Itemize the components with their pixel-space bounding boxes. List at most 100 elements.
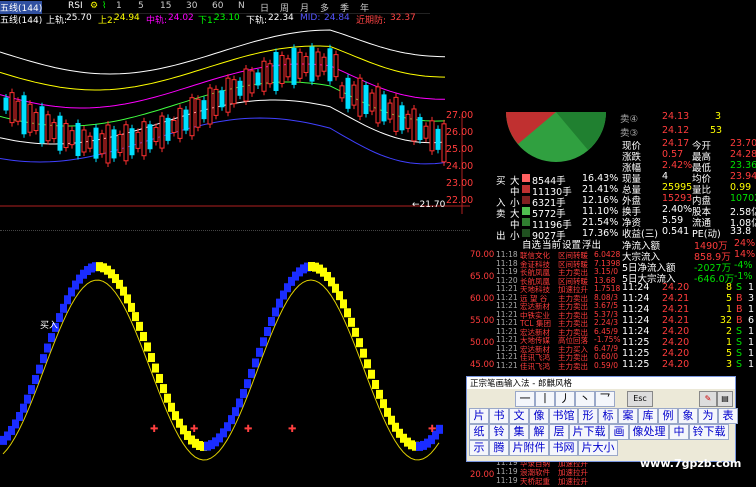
ime-candidate[interactable]: 标 [598, 408, 618, 424]
tab-current[interactable]: 当前 [542, 237, 561, 251]
ime-esc-button[interactable]: Esc [627, 391, 653, 407]
ime-window[interactable]: 正宗笔画输入法 - 郎麒风格 一丨丿丶乛 Esc ✎ ▤ 片书文像书馆形标案库例象为表… [466, 376, 738, 462]
period-30[interactable]: 30 [186, 1, 197, 11]
tick-row[interactable]: 11:25 24.20 3 S 1 [622, 359, 756, 370]
ime-stroke-key[interactable]: 一 [515, 391, 535, 407]
indicator-chart[interactable]: ✚ ✚ ✚ ✚ ✚ [0, 232, 470, 487]
alert-row[interactable]: 11:21 宏达新材 主力卖出 6.45/9 [496, 327, 622, 337]
watermark: www.7gpzb.com [640, 457, 742, 470]
period-60[interactable]: 60 [212, 1, 223, 11]
alert-row[interactable]: 11:21 大地传媒 高位回落 -1.75% [496, 335, 622, 345]
alert-row[interactable]: 11:19 长航凤凰 主力卖出 3.15/0 [496, 267, 622, 277]
ime-candidate[interactable]: 例 [658, 408, 678, 424]
tick-price: 24.20 [662, 326, 690, 337]
period-5[interactable]: 5 [138, 1, 144, 11]
tick-row[interactable]: 11:24 24.21 5 B 3 [622, 293, 756, 304]
alert-row[interactable]: 11:21 佳讯飞鸿 主力卖出 0.60/0 [496, 352, 622, 362]
ime-candidate[interactable]: 纸 [469, 424, 489, 440]
ime-stroke-key[interactable]: 乛 [595, 391, 615, 407]
oscillator-block [140, 332, 147, 342]
ime-title-bar[interactable]: 正宗笔画输入法 - 郎麒风格 [467, 377, 735, 389]
alert-row[interactable]: 11:21 TCL 集团 主力卖出 2.24/3 [496, 318, 622, 328]
alert-row[interactable]: 11:19 浪潮软件 加速拉升 [496, 467, 622, 477]
tick-time: 11:24 [622, 293, 650, 304]
tick-volume: 5 [725, 348, 732, 359]
rsi-button[interactable]: RSI [68, 1, 83, 11]
settings-icon[interactable]: ⚙ [90, 1, 98, 11]
ime-candidate[interactable]: 片大小 [578, 440, 618, 456]
ime-candidate[interactable]: 腾 [489, 440, 509, 456]
ask-4-label: 卖④ [620, 114, 639, 125]
candle-body [393, 96, 399, 132]
oscillator-block [376, 389, 383, 399]
ime-stroke-key[interactable]: 丿 [555, 391, 575, 407]
alert-row[interactable]: 11:21 宏达新材 主力买入 6.47/9 [496, 344, 622, 354]
ime-pen-icon[interactable]: ✎ [699, 391, 717, 407]
period-1[interactable]: 1 [116, 1, 122, 11]
alert-row[interactable]: 11:21 天地科技 加速拉升 1.7518 [496, 284, 622, 294]
candle-body [375, 86, 381, 124]
ime-candidate[interactable]: 为 [698, 408, 718, 424]
lower-axis-label: 60.00 [470, 294, 495, 304]
ime-candidate[interactable]: 铃下载 [689, 424, 729, 440]
ime-candidate[interactable]: 解 [529, 424, 549, 440]
mid2-value: 24.84 [324, 13, 350, 23]
ime-candidate[interactable]: 书网 [549, 440, 578, 456]
alert-row[interactable]: 11:19 天桥起重 加速拉升 [496, 476, 622, 486]
flow-pct: 14% [734, 249, 756, 260]
ime-candidate[interactable]: 片附件 [509, 440, 549, 456]
ime-candidate[interactable]: 书 [489, 408, 509, 424]
tick-price: 24.20 [662, 337, 690, 348]
ime-candidate[interactable]: 层 [549, 424, 569, 440]
ime-candidate[interactable]: 书馆 [549, 408, 578, 424]
ime-candidate[interactable]: 像 [529, 408, 549, 424]
candle-body [183, 109, 189, 131]
candle-body [111, 129, 117, 159]
period-n[interactable]: N [238, 1, 245, 11]
tick-row[interactable]: 11:24 24.20 8 S 1 [622, 282, 756, 293]
ime-candidate[interactable]: 画 [609, 424, 629, 440]
oscillator-block [36, 364, 43, 374]
ime-candidate[interactable]: 库 [638, 408, 658, 424]
tick-row[interactable]: 11:24 24.20 2 S 1 [622, 326, 756, 337]
alert-row[interactable]: 11:21 宏达新材 主力卖出 3.67/5 [496, 301, 622, 311]
quote-value: 4 [662, 171, 669, 182]
ime-stroke-key[interactable]: 丶 [575, 391, 595, 407]
alert-row[interactable]: 11:18 联信文化 区间转暖 6.0428 [496, 250, 622, 260]
ask-3-vol: 53 [710, 125, 723, 136]
tick-row[interactable]: 11:24 24.21 1 B 1 [622, 304, 756, 315]
kline-chart[interactable] [0, 24, 470, 214]
tick-row[interactable]: 11:25 24.20 5 S 1 [622, 348, 756, 359]
oscillator-block [244, 379, 251, 389]
period-15[interactable]: 15 [160, 1, 171, 11]
oscillator-block [64, 295, 71, 305]
alert-row[interactable]: 11:21 远 望 谷主力卖出 8.08/3 [496, 293, 622, 303]
ime-candidate[interactable]: 集 [509, 424, 529, 440]
ime-candidate[interactable]: 片下载 [569, 424, 609, 440]
ime-candidate[interactable]: 示 [469, 440, 489, 456]
alert-row[interactable]: 11:20 长航凤凰 区间转暖 13.68 [496, 276, 622, 286]
tab-watchlist[interactable]: 自选 [522, 237, 541, 251]
tick-row[interactable]: 11:24 24.21 32 B 6 [622, 315, 756, 326]
ime-candidate[interactable]: 象 [678, 408, 698, 424]
alert-row[interactable]: 11:18 金证科技 区间转暖 7.1398 [496, 259, 622, 269]
ime-candidate[interactable]: 铃 [489, 424, 509, 440]
ime-candidate[interactable]: 形 [578, 408, 598, 424]
ime-stroke-key[interactable]: 丨 [535, 391, 555, 407]
oscillator-block [168, 402, 175, 412]
ime-candidate[interactable]: 片 [469, 408, 489, 424]
oscillator-block [24, 394, 31, 404]
alert-row[interactable]: 11:21 佳讯飞鸿 主力卖出 0.59/0 [496, 361, 622, 371]
line-icon[interactable]: ⌇ [102, 1, 106, 11]
tab-float[interactable]: 浮出 [582, 237, 601, 251]
ime-candidate[interactable]: 表 [718, 408, 738, 424]
ime-candidate[interactable]: 像处理 [629, 424, 669, 440]
ime-candidate[interactable]: 文 [509, 408, 529, 424]
ime-menu-icon[interactable]: ▤ [717, 391, 733, 407]
ime-candidate[interactable]: 中 [669, 424, 689, 440]
lower-axis-label: 65.00 [470, 272, 495, 282]
alert-row[interactable]: 11:21 中铁实业 主力卖出 5.37/3 [496, 310, 622, 320]
tick-row[interactable]: 11:25 24.20 1 S 1 [622, 337, 756, 348]
ime-candidate[interactable]: 案 [618, 408, 638, 424]
tab-settings[interactable]: 设置 [562, 237, 581, 251]
